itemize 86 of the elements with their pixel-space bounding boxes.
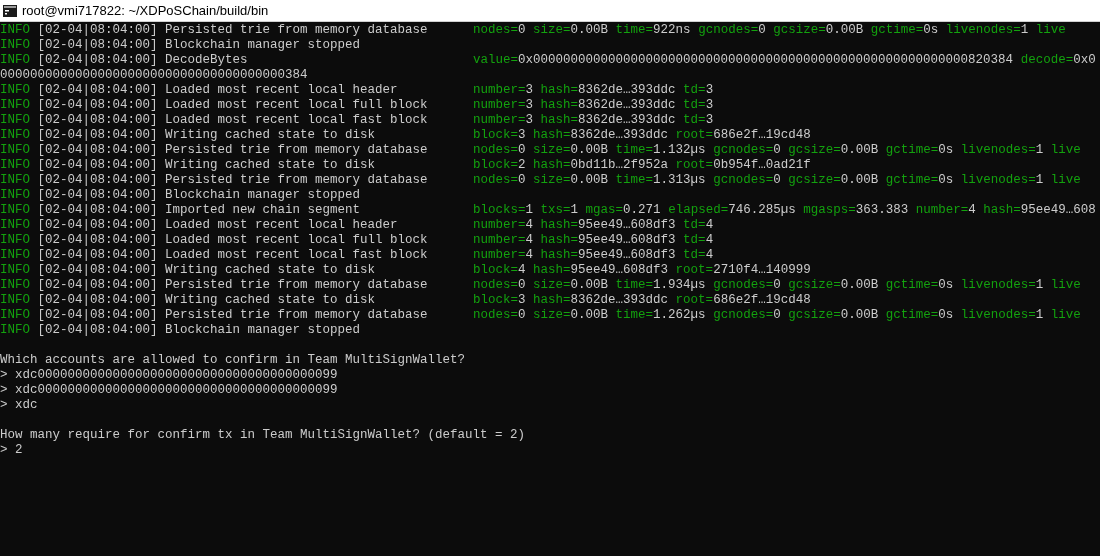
terminal-text: > xdc (0, 398, 38, 413)
terminal-text: 00000000000000000000000000000000000000384 (0, 68, 308, 83)
log-fields: number=4 hash=95ee49…608df3 td=4 (473, 248, 714, 263)
log-fields: value=0x0000000000000000000000000000000000000000000000000000000000820384 decode=0x0 (473, 53, 1096, 68)
log-message: Loaded most recent local full block (165, 98, 428, 112)
log-level: INFO (0, 233, 30, 248)
log-fields: number=4 hash=95ee49…608df3 td=4 (473, 218, 714, 233)
log-timestamp: [02-04|08:04:00] (37, 233, 158, 248)
log-level: INFO (0, 218, 30, 233)
log-timestamp: [02-04|08:04:00] (37, 293, 158, 308)
log-message: Loaded most recent local full block (165, 233, 428, 247)
log-timestamp: [02-04|08:04:00] (37, 323, 158, 338)
log-message: Persisted trie from memory database (165, 278, 428, 292)
terminal-icon (3, 4, 17, 17)
log-timestamp: [02-04|08:04:00] (37, 263, 158, 278)
log-level: INFO (0, 173, 30, 188)
log-message: Blockchain manager stopped (165, 188, 361, 202)
log-fields: nodes=0 size=0.00B time=1.934µs gcnodes=0 gcsize=0.00B gctime=0s livenodes=1 live (473, 278, 1081, 293)
log-fields: blocks=1 txs=1 mgas=0.271 elapsed=746.285µs mgasps=363.383 number=4 hash=95ee49…608 (473, 203, 1096, 218)
log-message: Imported new chain segment (165, 203, 361, 217)
log-timestamp: [02-04|08:04:00] (37, 158, 158, 173)
log-message: Persisted trie from memory database (165, 23, 428, 37)
log-timestamp: [02-04|08:04:00] (37, 83, 158, 98)
log-level: INFO (0, 98, 30, 113)
log-level: INFO (0, 143, 30, 158)
log-message: Loaded most recent local header (165, 218, 398, 232)
log-message: Writing cached state to disk (165, 158, 376, 172)
window-title: root@vmi717822: ~/XDPoSChain/build/bin (22, 1, 269, 20)
log-fields: block=3 hash=8362de…393ddc root=686e2f…19cd48 (473, 293, 811, 308)
log-timestamp: [02-04|08:04:00] (37, 53, 158, 68)
log-fields: block=2 hash=0bd11b…2f952a root=0b954f…0ad21f (473, 158, 811, 173)
log-timestamp: [02-04|08:04:00] (37, 23, 158, 38)
terminal-text: Which accounts are allowed to confirm in Team MultiSignWallet? (0, 353, 466, 368)
terminal-text: > xdc0000000000000000000000000000000000000099 (0, 368, 338, 383)
log-timestamp: [02-04|08:04:00] (37, 143, 158, 158)
log-timestamp: [02-04|08:04:00] (37, 218, 158, 233)
log-level: INFO (0, 248, 30, 263)
log-message: Writing cached state to disk (165, 128, 376, 142)
log-message: Loaded most recent local fast block (165, 248, 428, 262)
log-fields: number=3 hash=8362de…393ddc td=3 (473, 83, 714, 98)
log-timestamp: [02-04|08:04:00] (37, 278, 158, 293)
log-fields: nodes=0 size=0.00B time=1.132µs gcnodes=0 gcsize=0.00B gctime=0s livenodes=1 live (473, 143, 1081, 158)
log-fields: nodes=0 size=0.00B time=1.262µs gcnodes=0 gcsize=0.00B gctime=0s livenodes=1 live (473, 308, 1081, 323)
log-timestamp: [02-04|08:04:00] (37, 128, 158, 143)
log-timestamp: [02-04|08:04:00] (37, 308, 158, 323)
log-message: Persisted trie from memory database (165, 308, 428, 322)
log-level: INFO (0, 158, 30, 173)
log-timestamp: [02-04|08:04:00] (37, 173, 158, 188)
log-fields: nodes=0 size=0.00B time=1.313µs gcnodes=0 gcsize=0.00B gctime=0s livenodes=1 live (473, 173, 1081, 188)
log-message: Persisted trie from memory database (165, 173, 428, 187)
log-level: INFO (0, 278, 30, 293)
log-fields: number=3 hash=8362de…393ddc td=3 (473, 113, 714, 128)
log-level: INFO (0, 263, 30, 278)
log-message: Writing cached state to disk (165, 293, 376, 307)
log-message: Writing cached state to disk (165, 263, 376, 277)
log-level: INFO (0, 128, 30, 143)
terminal-text: How many require for confirm tx in Team MultiSignWallet? (default = 2) (0, 428, 526, 443)
log-level: INFO (0, 113, 30, 128)
log-message: Blockchain manager stopped (165, 323, 361, 337)
log-timestamp: [02-04|08:04:00] (37, 38, 158, 53)
log-timestamp: [02-04|08:04:00] (37, 188, 158, 203)
log-level: INFO (0, 323, 30, 338)
log-level: INFO (0, 83, 30, 98)
log-timestamp: [02-04|08:04:00] (37, 248, 158, 263)
log-level: INFO (0, 203, 30, 218)
terminal-text: > xdc0000000000000000000000000000000000000099 (0, 383, 338, 398)
log-level: INFO (0, 188, 30, 203)
log-fields: number=3 hash=8362de…393ddc td=3 (473, 98, 714, 113)
log-fields: block=4 hash=95ee49…608df3 root=2710f4…140999 (473, 263, 811, 278)
log-level: INFO (0, 308, 30, 323)
log-level: INFO (0, 23, 30, 38)
log-timestamp: [02-04|08:04:00] (37, 203, 158, 218)
log-timestamp: [02-04|08:04:00] (37, 113, 158, 128)
log-message: Persisted trie from memory database (165, 143, 428, 157)
log-fields: number=4 hash=95ee49…608df3 td=4 (473, 233, 714, 248)
log-level: INFO (0, 293, 30, 308)
log-message: DecodeBytes (165, 53, 248, 67)
log-message: Loaded most recent local fast block (165, 113, 428, 127)
log-level: INFO (0, 38, 30, 53)
log-level: INFO (0, 53, 30, 68)
terminal-text: > 2 (0, 443, 23, 458)
log-timestamp: [02-04|08:04:00] (37, 98, 158, 113)
log-message: Loaded most recent local header (165, 83, 398, 97)
log-fields: block=3 hash=8362de…393ddc root=686e2f…19cd48 (473, 128, 811, 143)
log-fields: nodes=0 size=0.00B time=922ns gcnodes=0 gcsize=0.00B gctime=0s livenodes=1 live (473, 23, 1066, 38)
log-message: Blockchain manager stopped (165, 38, 361, 52)
